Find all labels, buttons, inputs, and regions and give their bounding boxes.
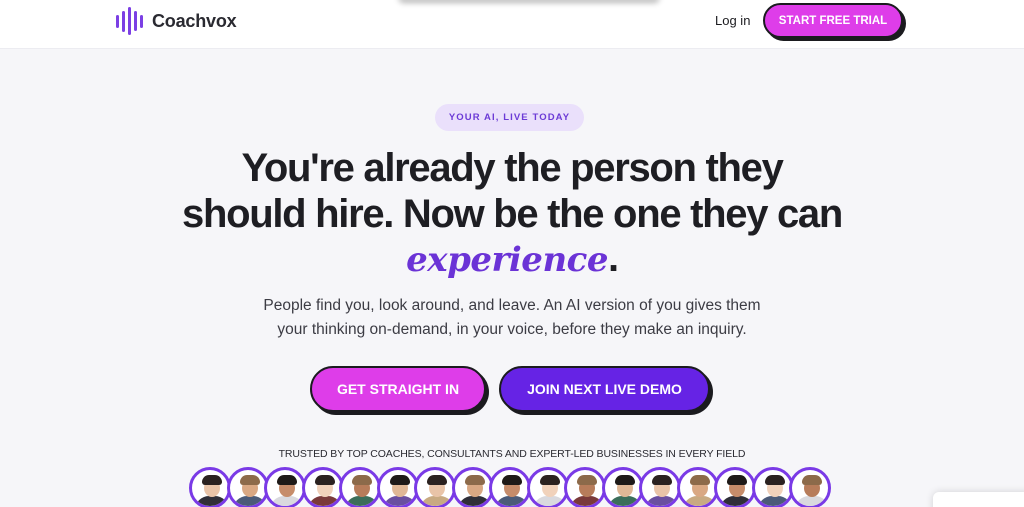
avatar-shoulders bbox=[533, 496, 566, 506]
avatar-hair bbox=[802, 475, 822, 485]
avatar-shoulders bbox=[645, 496, 678, 506]
customer-avatar bbox=[414, 467, 456, 507]
avatar-hair bbox=[390, 475, 410, 485]
avatar-hair bbox=[615, 475, 635, 485]
trusted-by-label: TRUSTED BY TOP COACHES, CONSULTANTS AND … bbox=[278, 448, 746, 460]
brand-name: Coachvox bbox=[152, 10, 237, 31]
customer-avatar bbox=[189, 467, 231, 507]
customer-avatars-row bbox=[189, 467, 849, 507]
avatar-hair bbox=[577, 475, 597, 485]
customer-avatar bbox=[489, 467, 531, 507]
avatar-shoulders bbox=[420, 496, 453, 506]
avatar-hair bbox=[427, 475, 447, 485]
login-link[interactable]: Log in bbox=[715, 13, 750, 28]
waveform-bar bbox=[134, 11, 137, 31]
chat-widget-edge[interactable] bbox=[933, 492, 1024, 507]
top-navbar: Coachvox Log in START FREE TRIAL bbox=[0, 0, 1024, 49]
join-live-demo-button[interactable]: JOIN NEXT LIVE DEMO bbox=[499, 366, 710, 412]
waveform-bar bbox=[140, 14, 143, 28]
avatar-shoulders bbox=[720, 496, 753, 506]
customer-avatar bbox=[227, 467, 269, 507]
customer-avatar bbox=[302, 467, 344, 507]
subtext-line-2: your thinking on-demand, in your voice, … bbox=[277, 321, 747, 338]
hero-badge: YOUR AI, LIVE TODAY bbox=[435, 104, 584, 131]
waveform-bar bbox=[122, 10, 125, 32]
headline-line-2: should hire. Now be the one they can bbox=[182, 192, 843, 236]
avatar-shoulders bbox=[308, 496, 341, 506]
waveform-bar bbox=[116, 14, 119, 28]
headline-line-3: experience. bbox=[112, 235, 912, 283]
avatar-hair bbox=[502, 475, 522, 485]
avatar-shoulders bbox=[758, 496, 791, 506]
avatar-hair bbox=[465, 475, 485, 485]
avatar-shoulders bbox=[570, 496, 603, 506]
customer-avatar bbox=[677, 467, 719, 507]
avatar-hair bbox=[765, 475, 785, 485]
avatar-hair bbox=[202, 475, 222, 485]
avatar-hair bbox=[652, 475, 672, 485]
customer-avatar bbox=[452, 467, 494, 507]
avatar-shoulders bbox=[608, 496, 641, 506]
avatar-shoulders bbox=[270, 496, 303, 506]
avatar-hair bbox=[277, 475, 297, 485]
avatar-hair bbox=[240, 475, 260, 485]
avatar-shoulders bbox=[795, 496, 828, 506]
customer-avatar bbox=[714, 467, 756, 507]
avatar-shoulders bbox=[195, 496, 228, 506]
avatar-shoulders bbox=[345, 496, 378, 506]
customer-avatar bbox=[789, 467, 831, 507]
avatar-hair bbox=[352, 475, 372, 485]
customer-avatar bbox=[752, 467, 794, 507]
customer-avatar bbox=[264, 467, 306, 507]
waveform-logo-icon bbox=[116, 7, 143, 35]
headline-accent-word: experience bbox=[406, 240, 608, 280]
avatar-shoulders bbox=[683, 496, 716, 506]
avatar-hair bbox=[540, 475, 560, 485]
customer-avatar bbox=[527, 467, 569, 507]
brand-logo[interactable]: Coachvox bbox=[116, 6, 237, 36]
customer-avatar bbox=[377, 467, 419, 507]
avatar-shoulders bbox=[495, 496, 528, 506]
headline-line-1: You're already the person they bbox=[241, 146, 783, 190]
start-free-trial-button[interactable]: START FREE TRIAL bbox=[763, 3, 903, 38]
avatar-hair bbox=[315, 475, 335, 485]
customer-avatar bbox=[564, 467, 606, 507]
get-straight-in-button[interactable]: GET STRAIGHT IN bbox=[310, 366, 486, 412]
avatar-shoulders bbox=[383, 496, 416, 506]
headline-period: . bbox=[608, 236, 619, 280]
avatar-hair bbox=[727, 475, 747, 485]
customer-avatar bbox=[339, 467, 381, 507]
avatar-shoulders bbox=[458, 496, 491, 506]
avatar-hair bbox=[690, 475, 710, 485]
avatar-shoulders bbox=[233, 496, 266, 506]
customer-avatar bbox=[639, 467, 681, 507]
customer-avatar bbox=[602, 467, 644, 507]
waveform-bar bbox=[128, 7, 131, 35]
subtext-line-1: People find you, look around, and leave.… bbox=[263, 297, 761, 314]
